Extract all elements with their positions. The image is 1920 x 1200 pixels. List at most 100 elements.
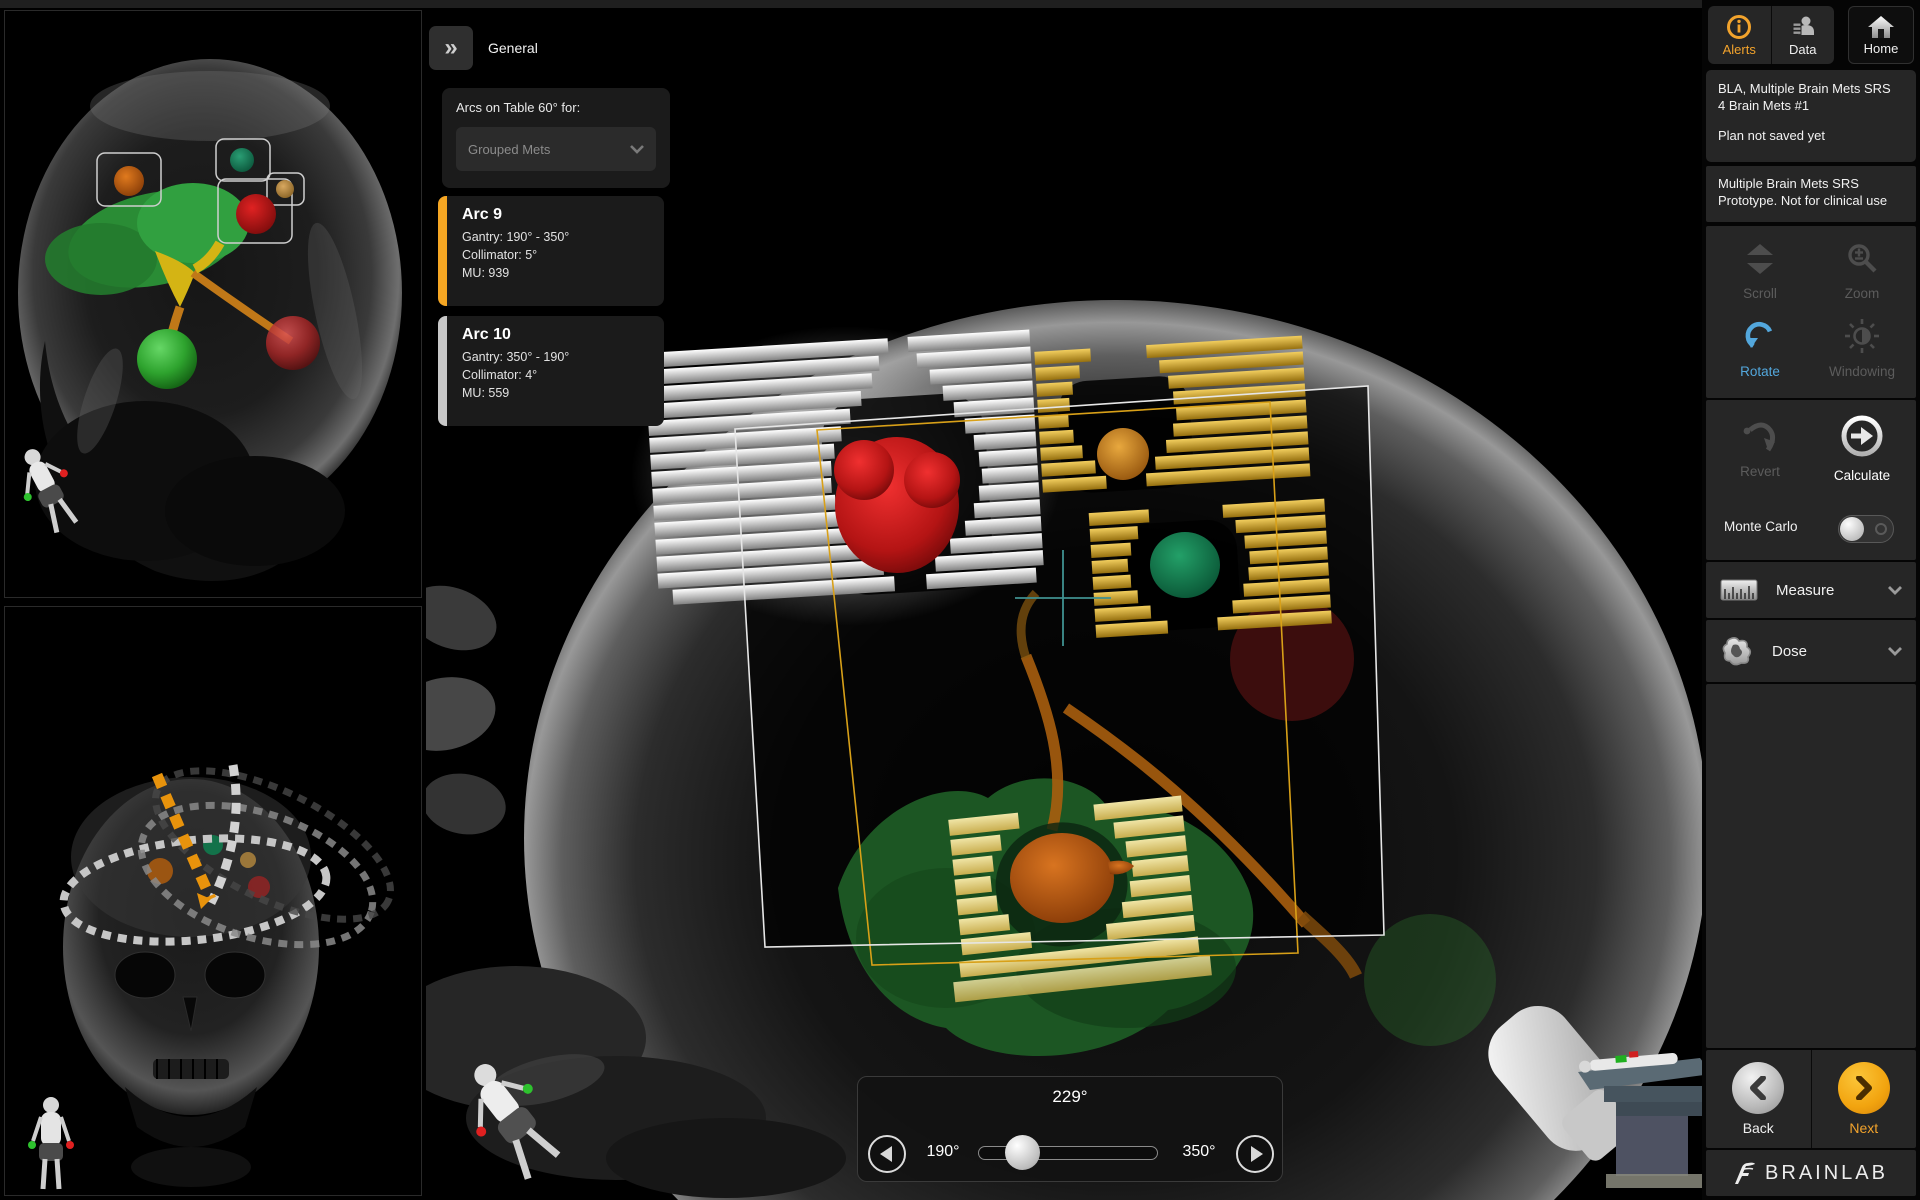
arc9-title: Arc 9 [462, 206, 654, 224]
monte-carlo-toggle[interactable] [1838, 515, 1894, 543]
alerts-button[interactable]: Alerts [1708, 6, 1771, 64]
rotate-icon [1742, 318, 1778, 354]
dose-section-header[interactable]: Dose [1706, 620, 1916, 682]
met-teal [230, 148, 254, 172]
orientation-figure [28, 1097, 74, 1189]
brand-name: BRAINLAB [1765, 1162, 1888, 1185]
arc10-title: Arc 10 [462, 326, 654, 344]
patient-name: BLA, Multiple Brain Mets SRS [1718, 80, 1904, 97]
windowing-tool-button[interactable]: Windowing [1812, 318, 1912, 379]
met-orange-bev [1097, 428, 1149, 480]
arc-trajectories-render [5, 607, 423, 1197]
viewport-skull-overview[interactable] [4, 10, 422, 598]
home-button[interactable]: Home [1848, 6, 1914, 64]
monte-carlo-row: Monte Carlo [1706, 512, 1916, 546]
triangle-right-icon [1251, 1146, 1263, 1162]
gantry-slider-thumb[interactable] [1005, 1135, 1040, 1170]
zoom-magnifier-icon [1845, 242, 1879, 276]
gantry-max-label: 350° [1170, 1143, 1228, 1161]
gantry-step-back-button[interactable] [868, 1135, 906, 1173]
arc10-mu: MU: 559 [462, 384, 654, 402]
sidebar-empty-panel [1706, 684, 1916, 1048]
arc9-gantry: Gantry: 190° - 350° [462, 228, 654, 246]
chevron-down-icon [1888, 647, 1902, 656]
arc10-color-stripe [438, 316, 447, 426]
skull-overview-render [5, 11, 423, 599]
chevron-down-icon [630, 145, 644, 154]
arc10-collimator: Collimator: 4° [462, 366, 654, 384]
scroll-label: Scroll [1710, 286, 1810, 301]
view-tools-panel: Scroll Zoom Rotate [1706, 226, 1916, 398]
brand-bar: BRAINLAB [1706, 1150, 1916, 1196]
actions-panel: Revert Calculate Monte Carlo [1706, 400, 1916, 560]
nav-alerts-data-group: Alerts Data [1708, 6, 1834, 64]
data-button[interactable]: Data [1771, 6, 1835, 64]
arc10-gantry: Gantry: 350° - 190° [462, 348, 654, 366]
arc9-collimator: Collimator: 5° [462, 246, 654, 264]
app-name: Multiple Brain Mets SRS [1718, 175, 1904, 192]
arc-card-arc9[interactable]: Arc 9 Gantry: 190° - 350° Collimator: 5°… [438, 196, 664, 306]
calculate-label: Calculate [1812, 468, 1912, 483]
brainlab-runner-icon [1734, 1161, 1756, 1185]
data-label: Data [1789, 42, 1816, 57]
met-orange [114, 166, 144, 196]
measure-section-header[interactable]: Measure [1706, 562, 1916, 618]
next-circle [1838, 1062, 1890, 1114]
chevron-right-icon [1855, 1076, 1873, 1100]
back-button[interactable]: Back [1706, 1050, 1811, 1148]
alerts-label: Alerts [1723, 42, 1756, 57]
zoom-label: Zoom [1812, 286, 1912, 301]
patient-info-panel: BLA, Multiple Brain Mets SRS 4 Brain Met… [1706, 70, 1916, 162]
expand-panel-button[interactable]: » [429, 26, 473, 70]
revert-undo-icon [1740, 418, 1780, 454]
gantry-current-angle: 229° [858, 1087, 1282, 1107]
eye-left-structure [137, 329, 197, 389]
navigation-footer: Back Next [1706, 1050, 1916, 1148]
alert-info-icon [1726, 14, 1752, 40]
home-label: Home [1864, 41, 1899, 56]
viewport-arc-trajectories[interactable] [4, 606, 422, 1196]
gantry-angle-panel: 229° 190° 350° [857, 1076, 1283, 1182]
met-green-bev [1150, 532, 1220, 598]
arc9-mu: MU: 939 [462, 264, 654, 282]
arc-group-dropdown-value: Grouped Mets [468, 142, 550, 157]
gantry-step-forward-button[interactable] [1236, 1135, 1274, 1173]
plan-name: 4 Brain Mets #1 [1718, 97, 1904, 114]
plan-save-status: Plan not saved yet [1718, 128, 1904, 143]
met-red [236, 194, 276, 234]
scroll-icon [1743, 242, 1777, 276]
back-label: Back [1743, 1120, 1774, 1136]
arc9-color-stripe [438, 196, 447, 306]
zoom-tool-button[interactable]: Zoom [1812, 242, 1912, 301]
rotate-tool-button[interactable]: Rotate [1710, 318, 1810, 379]
calculate-button[interactable]: Calculate [1812, 414, 1912, 483]
toggle-off-ring [1875, 523, 1887, 535]
back-circle [1732, 1062, 1784, 1114]
gantry-min-label: 190° [914, 1143, 972, 1161]
dose-isodose-icon [1720, 635, 1754, 667]
skull-mesh [18, 59, 402, 581]
next-button[interactable]: Next [1811, 1050, 1917, 1148]
home-icon [1867, 15, 1895, 39]
chevron-left-icon [1749, 1076, 1767, 1100]
sidebar: Alerts Data Home [1702, 0, 1920, 1200]
toggle-knob [1840, 517, 1864, 541]
calculate-icon [1840, 414, 1884, 458]
rotate-label: Rotate [1710, 364, 1810, 379]
met-orange-bottom-bev [1010, 833, 1114, 923]
scroll-tool-button[interactable]: Scroll [1710, 242, 1810, 301]
window-top-strip [0, 0, 1920, 8]
next-label: Next [1849, 1120, 1878, 1136]
viewport-beams-eye-view[interactable]: » General Arcs on Table 60° for: Grouped… [426, 8, 1702, 1200]
prototype-disclaimer: Prototype. Not for clinical use [1718, 192, 1904, 209]
dose-label: Dose [1772, 643, 1888, 660]
arc-card-arc10[interactable]: Arc 10 Gantry: 350° - 190° Collimator: 4… [438, 316, 664, 426]
arc-group-dropdown[interactable]: Grouped Mets [456, 127, 656, 171]
eye-right-structure [266, 316, 320, 370]
monte-carlo-label: Monte Carlo [1724, 519, 1798, 534]
double-chevron-icon: » [444, 34, 457, 61]
revert-button[interactable]: Revert [1710, 418, 1810, 479]
measure-ruler-icon [1720, 577, 1758, 603]
arc-group-label: Arcs on Table 60° for: [456, 100, 656, 115]
met-tan [276, 180, 294, 198]
